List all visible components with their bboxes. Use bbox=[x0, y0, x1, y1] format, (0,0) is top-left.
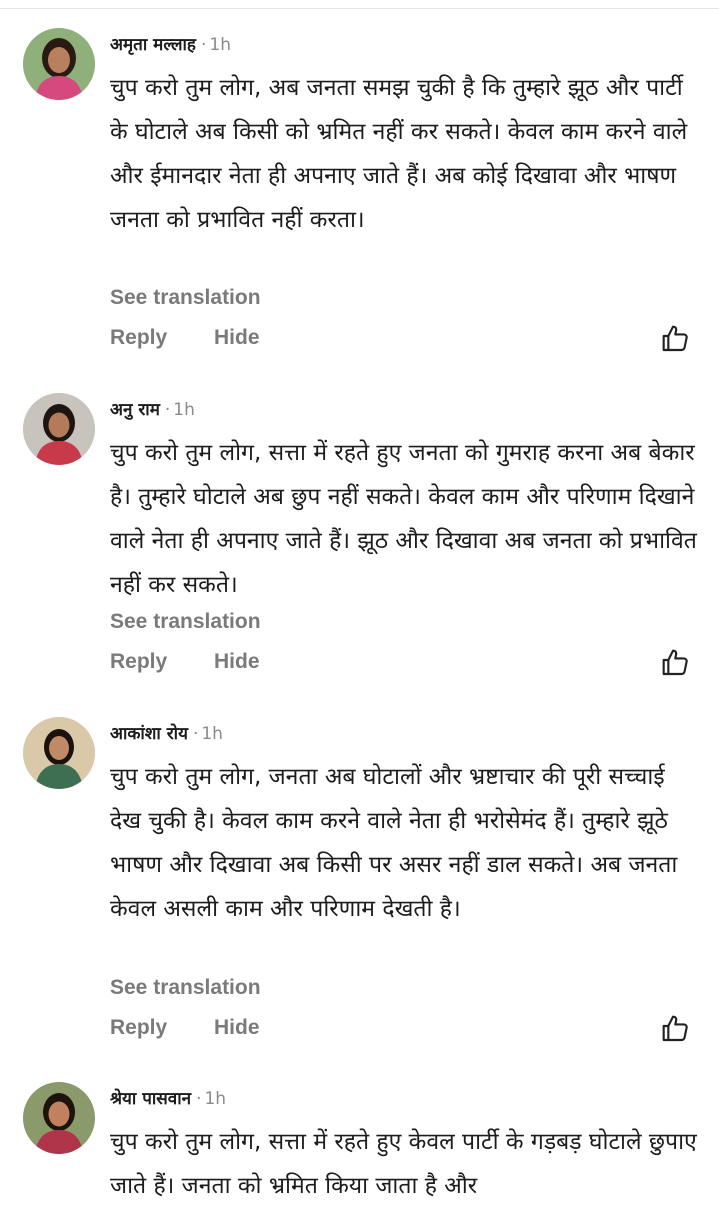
meta-separator: · bbox=[192, 724, 199, 744]
thumbs-up-icon[interactable] bbox=[659, 1012, 691, 1044]
hide-button[interactable]: Hide bbox=[214, 650, 260, 674]
timestamp: 1h bbox=[173, 400, 195, 420]
meta-separator: · bbox=[200, 35, 207, 55]
see-translation-link[interactable]: See translation bbox=[110, 976, 261, 1000]
comment-meta: श्रेया पासवान · 1h bbox=[110, 1084, 226, 1114]
thumbs-up-icon[interactable] bbox=[659, 322, 691, 354]
avatar-image bbox=[23, 1082, 95, 1154]
comment-text: चुप करो तुम लोग, अब जनता समझ चुकी है कि … bbox=[110, 75, 688, 233]
author-name[interactable]: अनु राम bbox=[110, 400, 160, 420]
author-name[interactable]: श्रेया पासवान bbox=[110, 1089, 191, 1109]
comment-text: चुप करो तुम लोग, सत्ता में रहते हुए जनता… bbox=[110, 440, 697, 598]
avatar-image bbox=[23, 28, 95, 100]
comment-meta: आकांशा रोय · 1h bbox=[110, 719, 223, 749]
author-name[interactable]: अमृता मल्लाह bbox=[110, 35, 196, 55]
reply-button[interactable]: Reply bbox=[110, 650, 167, 674]
timestamp: 1h bbox=[204, 1089, 227, 1109]
comment-meta: अमृता मल्लाह · 1h bbox=[110, 30, 231, 60]
meta-separator: · bbox=[196, 1089, 202, 1109]
thumbs-up-icon[interactable] bbox=[659, 646, 691, 678]
avatar[interactable] bbox=[23, 717, 95, 789]
reply-button[interactable]: Reply bbox=[110, 326, 167, 350]
hide-button[interactable]: Hide bbox=[214, 326, 260, 350]
author-name[interactable]: आकांशा रोय bbox=[110, 724, 188, 744]
timestamp: 1h bbox=[209, 35, 231, 55]
avatar-image bbox=[23, 393, 95, 465]
reply-button[interactable]: Reply bbox=[110, 1016, 167, 1040]
timestamp: 1h bbox=[201, 724, 223, 744]
comment-meta: अनु राम · 1h bbox=[110, 395, 195, 425]
hide-button[interactable]: Hide bbox=[214, 1016, 260, 1040]
avatar[interactable] bbox=[23, 28, 95, 100]
top-divider bbox=[0, 0, 719, 9]
see-translation-link[interactable]: See translation bbox=[110, 610, 261, 634]
see-translation-link[interactable]: See translation bbox=[110, 286, 261, 310]
comment-text: चुप करो तुम लोग, जनता अब घोटालों और भ्रष… bbox=[110, 764, 678, 922]
comment-text: चुप करो तुम लोग, सत्ता में रहते हुए केवल… bbox=[110, 1129, 697, 1199]
avatar[interactable] bbox=[23, 393, 95, 465]
meta-separator: · bbox=[164, 400, 171, 420]
avatar-image bbox=[23, 717, 95, 789]
avatar[interactable] bbox=[23, 1082, 95, 1154]
